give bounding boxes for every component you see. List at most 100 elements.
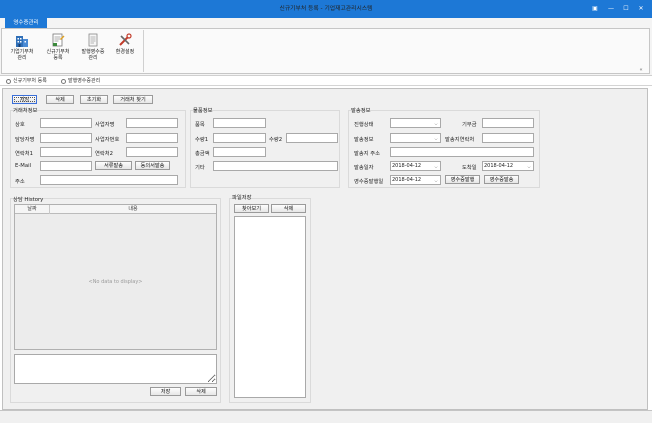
send-consent-button[interactable]: 동의서발송 [135,161,170,170]
business-name-label: 사업자명 [95,122,115,128]
qty2-input[interactable] [286,133,338,143]
item-input[interactable] [213,118,266,128]
status-label: 진행상태 [354,122,374,128]
ship-contact-input[interactable] [482,133,534,143]
ribbon-button-new-partner[interactable]: 신규기부처 등록 [41,31,75,71]
partner-info-title: 거래처정보 [13,108,38,114]
arrival-date-value: 2018-04-12 [484,163,514,169]
status-bar [0,410,652,423]
manager-label: 담당자명 [15,137,35,143]
column-header-content[interactable]: 내용 [50,205,216,214]
item-info-title: 물품정보 [193,108,213,114]
etc-label: 기타 [195,165,205,171]
delete-file-button[interactable]: 삭제 [271,204,306,213]
contact2-input[interactable] [126,147,178,157]
arrival-date-picker[interactable]: 2018-04-12 ⌵ [482,161,534,171]
chevron-down-icon: ⌵ [434,121,438,126]
tab-label: 발행영수증관리 [68,78,101,84]
send-receipt-button[interactable]: 영수증발송 [484,175,519,184]
ribbon-button-partner-manage[interactable]: 기업기부처 관리 [5,31,39,71]
ribbon-button-label: 관리 [88,55,98,61]
email-label: E-Mail [15,163,32,169]
window-title: 신규기부처 등록 - 기업재고관리시스템 [279,6,373,12]
maximize-button[interactable]: ☐ [619,2,633,16]
trade-name-input[interactable] [40,118,92,128]
receipt-date-picker[interactable]: 2018-04-12 ⌵ [390,175,441,185]
arrival-date-label: 도착일 [462,165,477,171]
collapse-ribbon-icon[interactable]: « [636,66,646,74]
business-name-input[interactable] [126,118,178,128]
address-label: 주소 [15,179,25,185]
qty2-label: 수량2 [269,137,283,143]
receipt-icon [88,33,98,47]
qty1-input[interactable] [213,133,266,143]
donation-label: 기부금 [462,122,477,128]
business-number-label: 사업자번호 [95,137,120,143]
reset-button[interactable]: 초기화 [80,95,108,104]
total-amount-label: 총금액 [195,151,210,157]
qty1-label: 수량1 [195,137,209,143]
save-button[interactable]: 저장 [12,95,37,104]
column-header-date[interactable]: 날짜 [15,205,50,214]
donation-input[interactable] [482,118,534,128]
browse-file-button[interactable]: 찾아보기 [234,204,269,213]
history-delete-button[interactable]: 삭제 [185,387,217,396]
history-save-button[interactable]: 저장 [150,387,181,396]
history-title: 상담 History [13,197,44,203]
file-save-title: 파일저장 [232,195,252,201]
empty-grid-message: <No data to display> [88,279,143,285]
file-list[interactable] [234,216,306,398]
close-button[interactable]: ✕ [634,2,648,16]
receipt-date-value: 2018-04-12 [392,177,422,183]
chevron-down-icon: ⌵ [434,164,438,169]
ship-contact-label: 발송지연락처 [445,137,475,143]
chevron-down-icon: ⌵ [527,164,531,169]
tab-receipt-manage[interactable]: 발행영수증관리 [60,77,116,86]
contact1-label: 연락처1 [15,151,33,157]
minimize-button[interactable]: — [604,2,618,16]
ribbon-button-label: 환경설정 [115,49,135,55]
history-grid[interactable]: 날짜 내용 <No data to display> [14,204,217,350]
tab-icon [6,79,11,84]
contact1-input[interactable] [40,147,92,157]
shipping-info-title: 발송정보 [351,108,371,114]
building-icon [16,36,28,47]
contact2-label: 연락처2 [95,151,113,157]
ribbon-tab-receipt[interactable]: 영수증관리 [5,18,47,28]
chevron-down-icon: ⌵ [434,136,438,141]
trade-name-label: 상호 [15,122,25,128]
etc-input[interactable] [213,161,338,171]
manager-input[interactable] [40,133,92,143]
tab-label: 신규기부처 등록 [13,78,47,84]
issue-receipt-button[interactable]: 영수증발행 [445,175,480,184]
ship-address-input[interactable] [390,147,534,157]
item-label: 품목 [195,122,205,128]
ship-date-picker[interactable]: 2018-04-12 ⌵ [390,161,441,171]
receipt-date-label: 영수증발행일 [354,179,384,185]
ribbon-button-label: 등록 [53,55,63,61]
history-grid-header: 날짜 내용 [15,205,216,214]
ribbon-button-label: 관리 [17,55,27,61]
ship-info-label: 발송정보 [354,137,374,143]
ribbon-button-receipt-manage[interactable]: 발행영수증 관리 [76,31,110,71]
pin-icon[interactable]: ▣ [588,2,602,16]
status-select[interactable]: ⌵ [390,118,441,128]
tools-icon [119,33,132,46]
ribbon-button-settings[interactable]: 환경설정 [108,31,142,71]
send-docs-button[interactable]: 서류발송 [95,161,132,170]
address-input[interactable] [40,175,178,185]
tab-new-partner[interactable]: 신규기부처 등록 [5,77,59,86]
delete-button[interactable]: 삭제 [46,95,74,104]
business-number-input[interactable] [126,133,178,143]
document-edit-icon [52,33,65,47]
chevron-down-icon: ⌵ [434,178,438,183]
tab-icon [61,79,66,84]
ship-date-label: 발송일자 [354,165,374,171]
history-memo-input[interactable] [14,354,217,384]
email-input[interactable] [40,161,92,171]
find-partner-button[interactable]: 거래처 찾기 [113,95,153,104]
ship-info-select[interactable]: ⌵ [390,133,441,143]
ship-address-label: 발송지 주소 [354,151,381,157]
total-amount-input[interactable] [213,147,266,157]
ship-date-value: 2018-04-12 [392,163,422,169]
